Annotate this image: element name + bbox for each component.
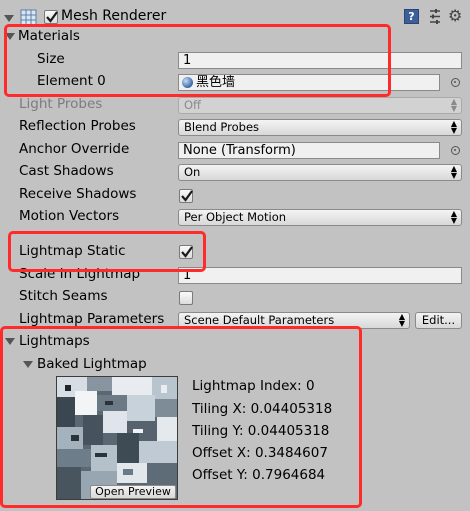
reflection-probes-label: Reflection Probes <box>19 118 136 134</box>
lightmap-parameters-edit-button[interactable]: Edit... <box>415 312 462 329</box>
lightmap-parameters-label: Lightmap Parameters <box>19 311 165 327</box>
motion-vectors-dropdown[interactable]: Per Object Motion ▲ ▼ <box>178 209 462 226</box>
dropdown-arrows-icon: ▲ ▼ <box>450 209 457 225</box>
light-probes-value: Off <box>184 98 201 112</box>
element-0-object-picker-icon[interactable] <box>451 78 460 87</box>
lightmap-static-highlight-box <box>8 231 206 272</box>
light-probes-dropdown: Off ▲ ▼ <box>178 97 462 114</box>
light-probes-label: Light Probes <box>19 96 103 112</box>
cast-shadows-label: Cast Shadows <box>19 163 114 179</box>
cast-shadows-dropdown[interactable]: On ▲ ▼ <box>178 164 462 181</box>
receive-shadows-checkbox[interactable] <box>179 189 193 203</box>
reflection-probes-dropdown[interactable]: Blend Probes ▲ ▼ <box>178 119 462 136</box>
reflection-probes-value: Blend Probes <box>184 120 260 134</box>
anchor-override-label: Anchor Override <box>19 141 130 157</box>
motion-vectors-label: Motion Vectors <box>19 208 120 224</box>
dropdown-arrows-icon: ▲ ▼ <box>450 97 457 113</box>
scale-in-lightmap-field[interactable]: 1 <box>178 267 462 284</box>
help-icon[interactable]: ? <box>404 9 419 24</box>
stitch-seams-checkbox[interactable] <box>179 291 193 305</box>
materials-highlight-box <box>4 24 391 97</box>
anchor-override-object-picker-icon[interactable] <box>451 146 460 155</box>
presets-icon[interactable] <box>427 8 443 29</box>
anchor-override-field[interactable]: None (Transform) <box>178 142 440 159</box>
motion-vectors-value: Per Object Motion <box>184 210 287 224</box>
component-title: Mesh Renderer <box>61 8 167 24</box>
stitch-seams-label: Stitch Seams <box>19 288 108 304</box>
dropdown-arrows-icon: ▲ ▼ <box>450 164 457 180</box>
lightmap-parameters-value: Scene Default Parameters <box>184 313 335 327</box>
dropdown-arrows-icon: ▲ ▼ <box>450 119 457 135</box>
component-foldout-arrow[interactable] <box>4 15 14 22</box>
lightmaps-highlight-box <box>0 326 362 508</box>
settings-gear-icon[interactable]: ⚙ <box>448 7 462 24</box>
cast-shadows-value: On <box>184 165 201 179</box>
dropdown-arrows-icon: ▲ ▼ <box>398 312 405 328</box>
component-enabled-checkbox[interactable] <box>44 10 58 24</box>
receive-shadows-label: Receive Shadows <box>19 186 137 202</box>
